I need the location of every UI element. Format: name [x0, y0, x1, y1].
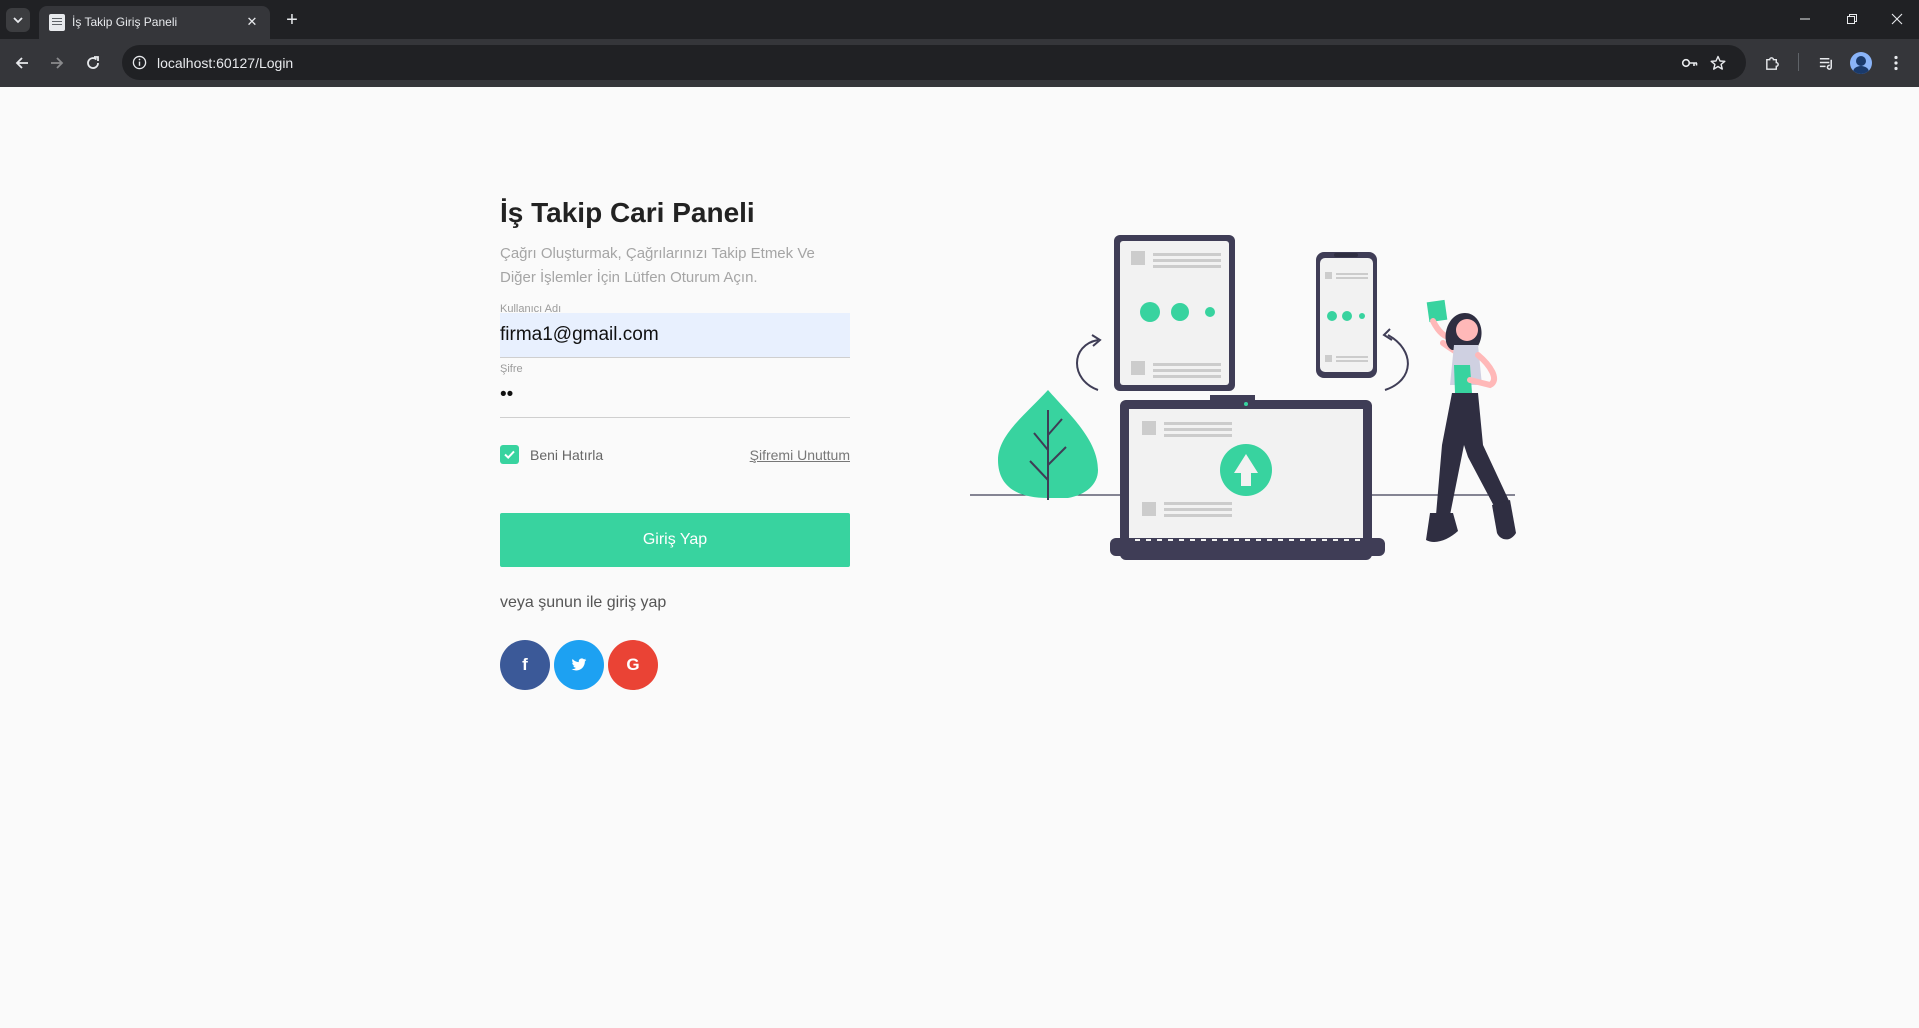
- profile-avatar[interactable]: [1850, 52, 1872, 74]
- tab-search-button[interactable]: [6, 8, 30, 32]
- twitter-login-button[interactable]: [554, 640, 604, 690]
- restore-button[interactable]: [1837, 6, 1867, 32]
- browser-tab-bar: İş Takip Giriş Paneli ✕ +: [0, 0, 1919, 39]
- site-info-icon[interactable]: [130, 53, 149, 72]
- alt-login-text: veya şunun ile giriş yap: [500, 594, 667, 611]
- page-content: İş Takip Cari Paneli Çağrı Oluşturmak, Ç…: [0, 87, 1919, 1028]
- password-input[interactable]: [500, 373, 850, 418]
- forward-button[interactable]: [44, 50, 70, 76]
- page-subtitle: Çağrı Oluşturmak, Çağrılarınızı Takip Et…: [500, 245, 815, 286]
- password-key-icon[interactable]: [1680, 53, 1700, 73]
- arrow-curve-right: [1384, 334, 1409, 391]
- puzzle-icon: [1765, 56, 1779, 70]
- username-input[interactable]: [500, 313, 850, 358]
- facebook-icon: f: [522, 655, 528, 674]
- address-bar[interactable]: localhost:60127/Login: [122, 45, 1746, 80]
- close-window-button[interactable]: [1882, 6, 1912, 32]
- forgot-password-link[interactable]: Şifremi Unuttum: [750, 447, 850, 463]
- close-icon: [1891, 13, 1903, 25]
- reload-button[interactable]: [80, 50, 106, 76]
- restore-icon: [1847, 14, 1857, 24]
- remember-checkbox[interactable]: [500, 445, 519, 464]
- remember-label: Beni Hatırla: [530, 446, 604, 463]
- new-tab-button[interactable]: +: [280, 8, 304, 32]
- page-title: İş Takip Cari Paneli: [500, 197, 755, 228]
- arrow-curve-left: [1076, 339, 1099, 391]
- google-login-button[interactable]: G: [608, 640, 658, 690]
- browser-tab[interactable]: İş Takip Giriş Paneli ✕: [39, 6, 270, 39]
- reload-icon: [87, 56, 99, 69]
- back-button[interactable]: [9, 50, 35, 76]
- more-vertical-icon: [1894, 55, 1898, 71]
- minimize-button[interactable]: [1790, 6, 1820, 32]
- twitter-icon: [571, 658, 587, 671]
- remember-me[interactable]: Beni Hatırla: [500, 445, 603, 464]
- browser-menu-button[interactable]: [1883, 50, 1909, 76]
- woman-figure: [1426, 299, 1516, 542]
- media-queue-icon: [1819, 57, 1832, 70]
- arrow-right-icon: [51, 57, 64, 69]
- google-icon: G: [626, 655, 640, 674]
- extensions-button[interactable]: [1759, 50, 1785, 76]
- toolbar-separator: [1798, 53, 1799, 71]
- bookmark-star-icon[interactable]: [1708, 53, 1728, 73]
- browser-toolbar: localhost:60127/Login: [0, 39, 1919, 87]
- chevron-down-icon: [13, 17, 23, 24]
- url-text: localhost:60127/Login: [157, 55, 294, 71]
- close-tab-icon[interactable]: ✕: [242, 12, 262, 32]
- page-favicon-icon: [49, 14, 65, 31]
- arrow-left-icon: [15, 57, 28, 69]
- checkmark-icon: [504, 450, 515, 460]
- login-illustration: [970, 235, 1516, 560]
- facebook-login-button[interactable]: f: [500, 640, 550, 690]
- login-button[interactable]: Giriş Yap: [500, 513, 850, 567]
- reading-list-button[interactable]: [1813, 50, 1839, 76]
- tab-title: İş Takip Giriş Paneli: [72, 15, 178, 29]
- minimize-icon: [1800, 18, 1810, 20]
